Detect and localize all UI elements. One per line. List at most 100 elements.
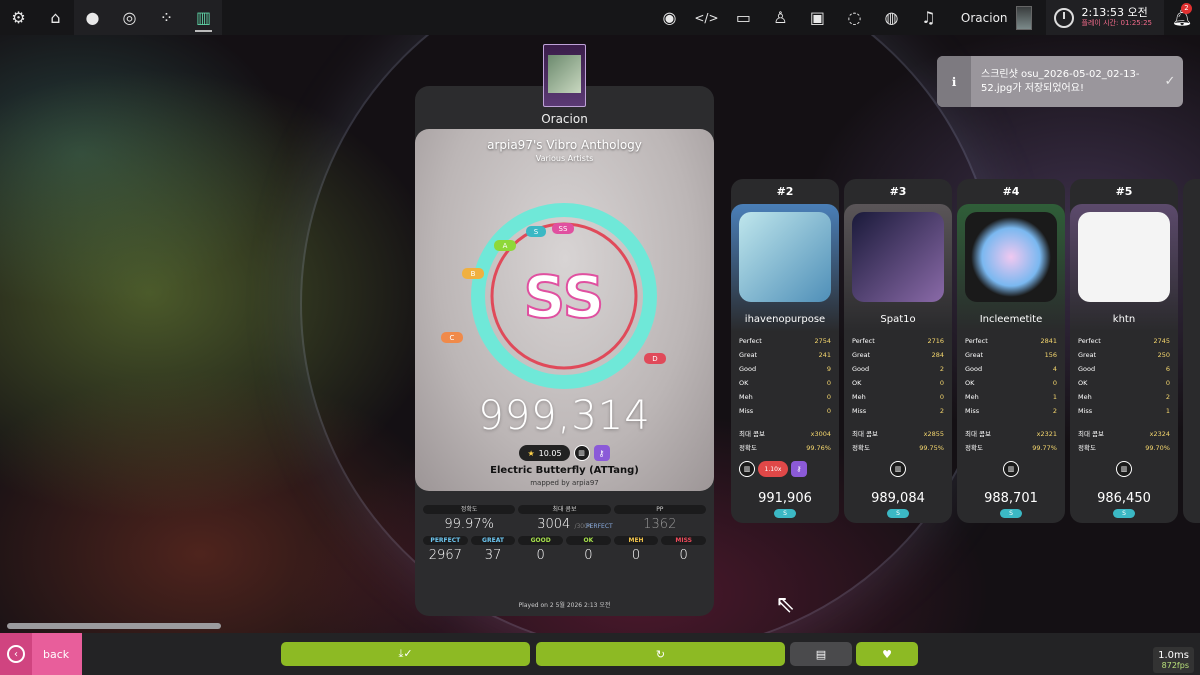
favourite-button[interactable]: ♥: [856, 642, 918, 666]
card-hit-stats: Perfect 2754 Great 241 Good 9 OK 0 Meh 0 Miss…: [739, 334, 831, 418]
accuracy-row: 정확도 99.76%: [739, 444, 831, 452]
card-body: khtn Perfect 2745 Great 250 Good 6 OK 0 Meh 2…: [1070, 204, 1178, 488]
stat-row: Meh 0: [739, 393, 831, 401]
download-replay-button[interactable]: ⤓✓: [281, 642, 530, 666]
card-extra-stats: 최대 콤보 x2324 정확도 99.70%: [1078, 427, 1170, 455]
accuracy-row: 정확도 99.70%: [1078, 444, 1170, 452]
accuracy-stat: 정확도 99.97%: [423, 505, 516, 532]
accuracy-value: 99.97%: [444, 517, 494, 532]
card-grade: S: [1000, 509, 1022, 518]
player-name[interactable]: Incleemetite: [957, 314, 1065, 325]
back-arrow-icon: ‹: [0, 633, 32, 675]
mania-mod-icon[interactable]: ▥: [739, 461, 755, 477]
taiko-ruleset-icon[interactable]: ◎: [111, 0, 148, 35]
back-button[interactable]: ‹ back: [0, 633, 82, 675]
card-grade: S: [887, 509, 909, 518]
svg-text:S: S: [534, 228, 539, 236]
card-score: 989,084: [871, 491, 925, 506]
avatar[interactable]: [852, 212, 944, 302]
horizontal-scrollbar[interactable]: [7, 623, 221, 629]
code-icon[interactable]: </>: [688, 0, 725, 35]
svg-text:D: D: [652, 355, 657, 363]
leaderboard-card[interactable]: #2 ihavenopurpose Perfect 2754 Great 241 G…: [731, 179, 839, 523]
stat-row: Meh 0: [852, 393, 944, 401]
star-rating-badge: ★ 10.05: [519, 445, 570, 461]
now-playing-thumbnail[interactable]: [1015, 5, 1032, 30]
player-name[interactable]: ihavenopurpose: [731, 314, 839, 325]
card-extra-stats: 최대 콤보 x2321 정확도 99.77%: [965, 427, 1057, 455]
stat-row: OK 0: [965, 379, 1057, 387]
stat-row: Miss 1: [1078, 407, 1170, 415]
double-time-mod-icon[interactable]: 1.10x: [758, 461, 788, 477]
card-score: 988,701: [984, 491, 1038, 506]
beatmap-cover[interactable]: [543, 44, 586, 107]
leaderboard-card[interactable]: #3 Spat1o Perfect 2716 Great 284 Good 2 OK 0…: [844, 179, 952, 523]
stat-row: Miss 0: [739, 407, 831, 415]
player-name[interactable]: khtn: [1070, 314, 1178, 325]
play-time: 플레이 시간: 01:25:25: [1081, 19, 1152, 27]
stat-row: Miss 2: [852, 407, 944, 415]
combo-row: 최대 콤보 x2321: [965, 430, 1057, 438]
check-icon[interactable]: ✓: [1157, 74, 1183, 89]
card-rank: #4: [1002, 185, 1020, 198]
hit-label: MEH: [613, 536, 659, 545]
hit-value: 0: [584, 548, 593, 563]
avatar[interactable]: [965, 212, 1057, 302]
key-mod-icon[interactable]: ⚷: [791, 461, 807, 477]
osu-ruleset-icon[interactable]: ●: [74, 0, 111, 35]
grade-marker-d: D: [644, 353, 666, 364]
stat-row: Good 9: [739, 365, 831, 373]
svg-text:C: C: [450, 334, 455, 342]
beatmap-cover-art: [548, 55, 581, 93]
mouse-cursor-icon: ⇖: [775, 590, 796, 618]
notification-button[interactable]: 🔔︎ 2: [1164, 0, 1200, 35]
now-playing-title[interactable]: Oracion: [961, 11, 1008, 25]
clock[interactable]: 2:13:53 오전 플레이 시간: 01:25:25: [1045, 0, 1164, 35]
stat-row: Meh 2: [1078, 393, 1170, 401]
leaderboard-card-partial[interactable]: [1183, 179, 1200, 523]
ranking-icon[interactable]: ♙: [762, 0, 799, 35]
hit-label: MISS: [661, 536, 707, 545]
svg-text:SS: SS: [559, 225, 568, 233]
catch-ruleset-icon[interactable]: ⁘: [148, 0, 185, 35]
collection-button[interactable]: ▤: [790, 642, 852, 666]
music-icon[interactable]: ♫: [910, 0, 947, 35]
accuracy-row: 정확도 99.75%: [852, 444, 944, 452]
grade-marker-a: A: [494, 240, 516, 251]
card-grade: S: [1113, 509, 1135, 518]
stat-row: Miss 2: [965, 407, 1057, 415]
mania-mod-icon[interactable]: ▥: [1116, 461, 1132, 477]
mania-mod-icon[interactable]: ▥: [890, 461, 906, 477]
leaderboard-card[interactable]: #5 khtn Perfect 2745 Great 250 Good 6 OK 0 M…: [1070, 179, 1178, 523]
chat-icon[interactable]: ◌: [836, 0, 873, 35]
leaderboard-card[interactable]: #4 Incleemetite Perfect 2841 Great 156 Goo…: [957, 179, 1065, 523]
mapper-name: mapped by arpia97: [530, 479, 599, 487]
fps-value: 872fps: [1161, 661, 1189, 670]
player-name[interactable]: Spat1o: [844, 314, 952, 325]
globe-icon[interactable]: ◍: [873, 0, 910, 35]
combo-row: 최대 콤보 x3004: [739, 430, 831, 438]
beatmap-listing-icon[interactable]: ▣: [799, 0, 836, 35]
stat-row: Good 6: [1078, 365, 1170, 373]
screen-icon[interactable]: ▭: [725, 0, 762, 35]
screenshot-toast[interactable]: ℹ 스크린샷 osu_2026-05-02_02-13-52.jpg가 저장되었…: [937, 56, 1183, 107]
score-panel: arpia97's Vibro Anthology Various Artist…: [415, 129, 714, 491]
stat-row: Good 2: [852, 365, 944, 373]
card-body: Spat1o Perfect 2716 Great 284 Good 2 OK 0 Me…: [844, 204, 952, 488]
footer-bar: ‹ back ⤓✓ ↻ ▤ ♥ 1.0ms 872fps: [0, 633, 1200, 675]
settings-icon[interactable]: ⚙: [0, 0, 37, 35]
mania-ruleset-icon[interactable]: ▥: [185, 0, 222, 35]
retry-button[interactable]: ↻: [536, 642, 785, 666]
news-icon[interactable]: ◉: [651, 0, 688, 35]
home-icon[interactable]: ⌂: [37, 0, 74, 35]
avatar[interactable]: [739, 212, 831, 302]
avatar[interactable]: [1078, 212, 1170, 302]
stat-row: OK 0: [852, 379, 944, 387]
total-score: 999,314: [478, 393, 651, 439]
key-mod-icon[interactable]: ⚷: [593, 445, 610, 461]
hit-miss: MISS 0: [661, 536, 707, 563]
perfect-combo-tag: PERFECT: [586, 523, 613, 530]
mania-mod-icon[interactable]: ▥: [1003, 461, 1019, 477]
hit-good: GOOD 0: [518, 536, 564, 563]
mania-mod-icon[interactable]: ▥: [573, 445, 590, 461]
